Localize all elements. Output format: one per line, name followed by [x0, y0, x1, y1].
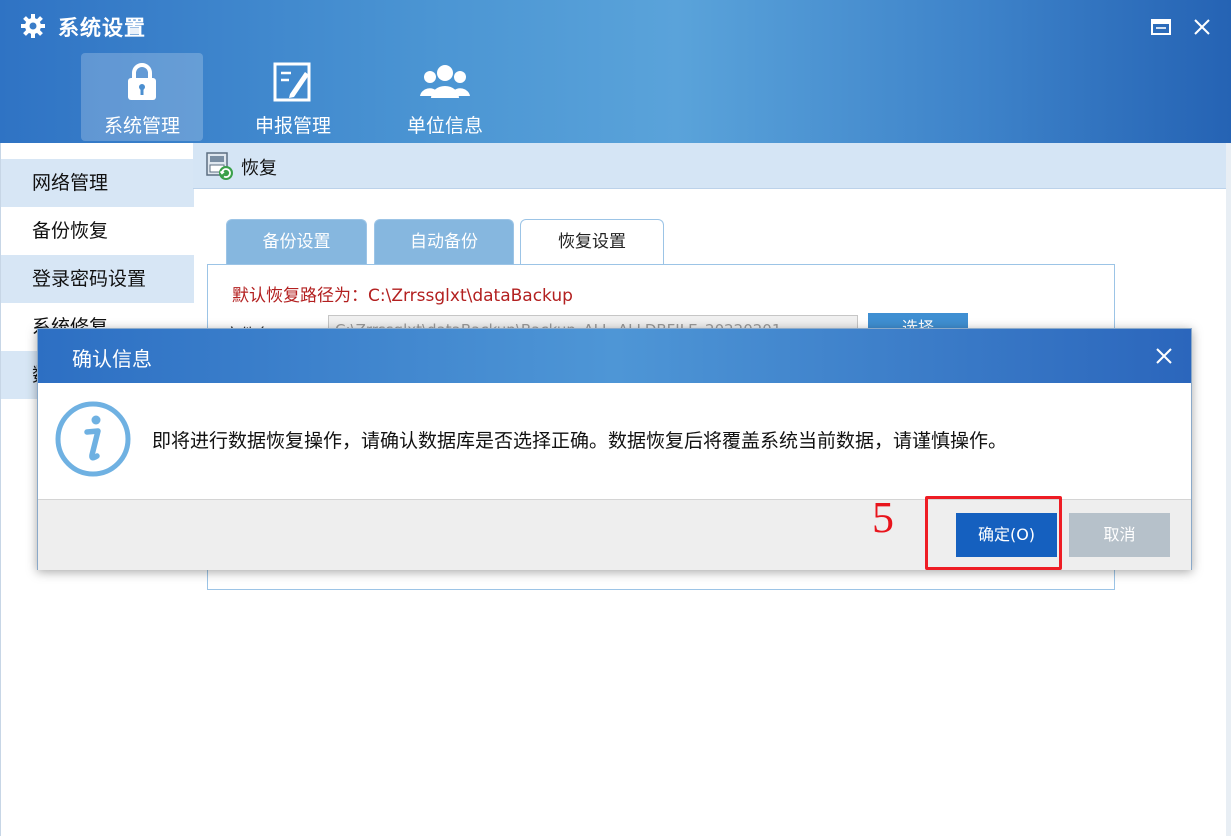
confirm-dialog: 确认信息 即将进行数据恢复操作，请确认数据库是否选择正确。数据恢复后将覆盖系统当… [37, 328, 1192, 570]
tab-auto-backup[interactable]: 自动备份 [374, 219, 514, 265]
dialog-close-icon[interactable] [1152, 344, 1176, 368]
users-icon [384, 61, 506, 103]
window-title: 系统设置 [58, 16, 146, 40]
nav-item-system-management[interactable]: 系统管理 [81, 53, 203, 141]
gear-icon [20, 13, 46, 39]
restore-db-icon [205, 151, 235, 181]
title-bar: 系统设置 [0, 0, 1231, 52]
content-title: 恢复 [241, 158, 277, 179]
nav-label: 系统管理 [103, 115, 180, 137]
window-edge [1226, 143, 1231, 836]
lock-icon [81, 61, 203, 103]
nav-label: 申报管理 [254, 115, 331, 137]
default-restore-path: 默认恢复路径为：C:\Zrrssglxt\dataBackup [232, 286, 573, 306]
tab-restore-settings[interactable]: 恢复设置 [520, 219, 664, 265]
content-header: 恢复 [193, 143, 1226, 189]
nav-label: 单位信息 [406, 115, 483, 137]
cancel-button[interactable]: 取消 [1069, 513, 1170, 557]
dialog-footer: 确定(O) 取消 [38, 499, 1191, 570]
sidebar-item-network[interactable]: 网络管理 [1, 159, 194, 207]
nav-item-declaration-management[interactable]: 申报管理 [232, 53, 354, 141]
step-number-annotation: 5 [872, 493, 894, 542]
dialog-message: 即将进行数据恢复操作，请确认数据库是否选择正确。数据恢复后将覆盖系统当前数据，请… [152, 430, 1008, 452]
info-icon [54, 400, 132, 478]
sidebar-item-backup-restore[interactable]: 备份恢复 [1, 207, 194, 255]
restore-icon[interactable] [1148, 14, 1174, 40]
close-icon[interactable] [1189, 14, 1215, 40]
sidebar-item-login-password[interactable]: 登录密码设置 [1, 255, 194, 303]
dialog-title: 确认信息 [72, 347, 152, 371]
edit-document-icon [232, 61, 354, 103]
dialog-title-bar: 确认信息 [38, 329, 1191, 383]
app-header: 系统设置 系统管理 申报管理 单位信息 [0, 0, 1231, 143]
confirm-ok-button[interactable]: 确定(O) [956, 513, 1057, 557]
tab-backup-settings[interactable]: 备份设置 [226, 219, 367, 265]
dialog-body: 即将进行数据恢复操作，请确认数据库是否选择正确。数据恢复后将覆盖系统当前数据，请… [38, 383, 1191, 499]
nav-item-unit-info[interactable]: 单位信息 [384, 53, 506, 141]
